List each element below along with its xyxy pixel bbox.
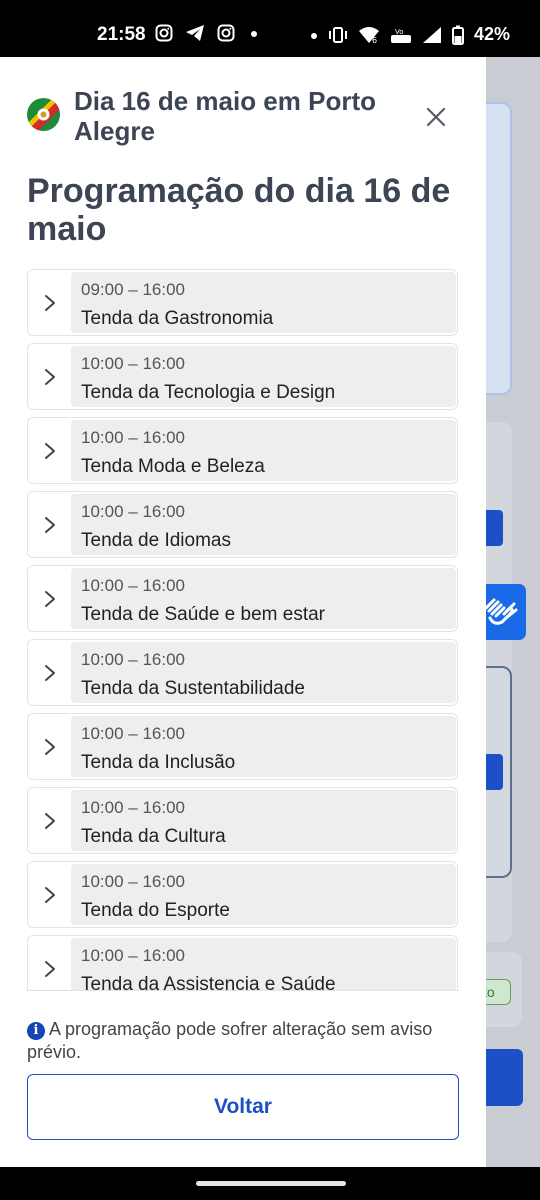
schedule-item-time: 10:00 – 16:00 [81,650,185,669]
schedule-item[interactable]: 10:00 – 16:00 Tenda da Inclusão [27,713,458,780]
schedule-item[interactable]: 10:00 – 16:00 Tenda Moda e Beleza [27,417,458,484]
dot-icon [251,31,257,37]
status-time: 21:58 [97,24,146,45]
info-icon: i [27,1022,45,1040]
schedule-item[interactable]: 10:00 – 16:00 Tenda do Esporte [27,861,458,928]
section-title: Programação do dia 16 de maio [27,172,451,248]
schedule-item-content: 09:00 – 16:00 Tenda da Gastronomia [71,272,456,333]
schedule-item-content: 10:00 – 16:00 Tenda da Assistencia e Saúd… [71,938,456,990]
schedule-item-content: 10:00 – 16:00 Tenda da Sustentabilidade [71,642,456,703]
chevron-right-icon [28,640,71,705]
schedule-item-time: 10:00 – 16:00 [81,724,185,743]
schedule-item-content: 10:00 – 16:00 Tenda Moda e Beleza [71,420,456,481]
back-button[interactable]: Voltar [27,1074,459,1140]
schedule-item-content: 10:00 – 16:00 Tenda da Inclusão [71,716,456,777]
system-icons: 6 Vo 42% [310,24,510,45]
schedule-item-name: Tenda de Idiomas [81,530,231,551]
vibrate-icon [328,26,347,43]
schedule-item-time: 10:00 – 16:00 [81,872,185,891]
schedule-item-time: 10:00 – 16:00 [81,576,185,595]
divider [27,990,459,991]
signal-icon [422,26,441,43]
chevron-right-icon [28,566,71,631]
dialog-title: Dia 16 de maio em Porto Alegre [74,86,376,146]
schedule-item-name: Tenda da Sustentabilidade [81,678,305,699]
schedule-item-time: 10:00 – 16:00 [81,354,185,373]
battery-icon [451,25,464,45]
schedule-dialog: Dia 16 de maio em Porto Alegre Programaç… [0,57,486,1167]
chevron-right-icon [28,418,71,483]
schedule-item[interactable]: 10:00 – 16:00 Tenda da Assistencia e Saúd… [27,935,458,990]
chevron-right-icon [28,714,71,779]
wifi-icon: 6 [358,26,379,44]
chevron-right-icon [28,270,71,335]
schedule-item-content: 10:00 – 16:00 Tenda de Idiomas [71,494,456,555]
chevron-right-icon [28,492,71,557]
instagram-icon [155,24,173,42]
battery-percentage: 42% [473,24,510,44]
schedule-item[interactable]: 10:00 – 16:00 Tenda de Saúde e bem estar [27,565,458,632]
schedule-item-name: Tenda da Cultura [81,826,226,847]
schedule-item[interactable]: 10:00 – 16:00 Tenda de Idiomas [27,491,458,558]
schedule-item-time: 10:00 – 16:00 [81,798,185,817]
schedule-item-name: Tenda da Inclusão [81,752,236,773]
schedule-item-content: 10:00 – 16:00 Tenda de Saúde e bem estar [71,568,456,629]
instagram-icon [217,24,235,42]
status-bar: 21:58 6 Vo 42% [0,0,540,57]
schedule-item-time: 10:00 – 16:00 [81,428,185,447]
navigation-bar [0,1167,540,1200]
chevron-right-icon [28,344,71,409]
dot-icon [310,32,317,39]
notice-text: A programação pode sofrer alteração sem … [27,1019,433,1062]
volte-icon: Vo [390,28,411,43]
schedule-item[interactable]: 10:00 – 16:00 Tenda da Cultura [27,787,458,854]
schedule-item-time: 10:00 – 16:00 [81,946,185,965]
schedule-item-name: Tenda do Esporte [81,900,230,921]
close-icon [426,107,446,127]
schedule-item-time: 09:00 – 16:00 [81,280,185,299]
schedule-item-name: Tenda Moda e Beleza [81,456,265,477]
schedule-item-name: Tenda da Gastronomia [81,308,274,329]
svg-text:Vo: Vo [395,28,404,36]
chevron-right-icon [28,862,71,927]
schedule-item[interactable]: 10:00 – 16:00 Tenda da Sustentabilidade [27,639,458,706]
rio-grande-do-sul-flag-icon [27,98,60,131]
schedule-list[interactable]: 09:00 – 16:00 Tenda da Gastronomia 10:00 –… [27,269,459,990]
schedule-item-name: Tenda da Tecnologia e Design [81,382,336,403]
schedule-item[interactable]: 10:00 – 16:00 Tenda da Tecnologia e Desig… [27,343,458,410]
schedule-item-content: 10:00 – 16:00 Tenda da Cultura [71,790,456,851]
schedule-item-name: Tenda de Saúde e bem estar [81,604,326,625]
home-gesture-bar[interactable] [196,1181,346,1186]
close-button[interactable] [419,100,453,134]
chevron-right-icon [28,936,71,990]
schedule-item-content: 10:00 – 16:00 Tenda do Esporte [71,864,456,925]
dialog-header: Dia 16 de maio em Porto Alegre [27,84,467,154]
chevron-right-icon [28,788,71,853]
schedule-item-time: 10:00 – 16:00 [81,502,185,521]
svg-text:6: 6 [372,36,377,44]
telegram-icon [186,25,204,41]
schedule-item-name: Tenda da Assistencia e Saúde [81,974,336,990]
schedule-item[interactable]: 09:00 – 16:00 Tenda da Gastronomia [27,269,458,336]
notice: iA programação pode sofrer alteração sem… [27,1018,457,1064]
notification-icons [155,24,261,42]
schedule-item-content: 10:00 – 16:00 Tenda da Tecnologia e Desig… [71,346,456,407]
